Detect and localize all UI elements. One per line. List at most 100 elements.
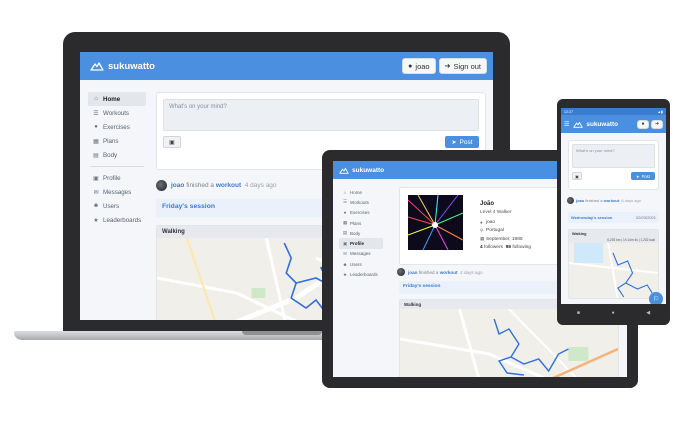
laptop-notch xyxy=(242,331,322,335)
activity-user[interactable]: joao xyxy=(408,270,417,275)
post-input[interactable]: What's on your mind? xyxy=(572,144,655,168)
activity-object-link[interactable]: workout xyxy=(604,198,620,203)
brand-name: sukuwatto xyxy=(586,120,618,128)
sidebar-item-messages[interactable]: ✉ Messages xyxy=(339,249,383,259)
activity-verb: finished a xyxy=(585,198,603,203)
sidebar-item-body[interactable]: ▤ Body xyxy=(88,148,146,162)
sidebar: ⌂ Home ☰ Workouts ● Exercises ▦ Plans ▤ Body … xyxy=(88,92,146,227)
calendar-icon: ▦ xyxy=(342,220,348,226)
id-card-icon: ▣ xyxy=(93,175,99,182)
activity-line: joao finished a workout 4 days ago xyxy=(397,268,483,276)
sidebar-item-users[interactable]: ☻ Users xyxy=(88,199,146,213)
walking-icon: ⚐ xyxy=(652,296,660,303)
sidebar-item-plans[interactable]: ▦ Plans xyxy=(88,134,146,148)
sidebar-item-workouts[interactable]: ☰ Workouts xyxy=(339,197,383,207)
profile-birth-row: ▦ September, 1985 xyxy=(480,236,531,242)
status-bar: 12:27 ▲▮ xyxy=(561,108,666,115)
session-title[interactable]: Friday's session xyxy=(162,203,215,210)
profile-birth: September, 1985 xyxy=(486,236,523,242)
brand-logo[interactable]: sukuwatto xyxy=(339,167,384,174)
map-card: Walking 6,292 km | 1h 14m 4s | 1,202 kca… xyxy=(568,229,659,299)
following-count[interactable]: 98 xyxy=(506,245,511,250)
sidebar-item-label: Users xyxy=(350,261,362,267)
sidebar-item-messages[interactable]: ✉ Messages xyxy=(88,185,146,199)
calendar-icon: ▦ xyxy=(93,138,99,145)
square-nav-icon[interactable]: ■ xyxy=(577,310,580,316)
profile-picture[interactable] xyxy=(408,195,463,250)
comments-icon: ✉ xyxy=(343,250,347,256)
following-label[interactable]: following xyxy=(512,245,531,250)
sidebar-item-users[interactable]: ☻ Users xyxy=(339,259,383,269)
sign-out-button[interactable]: ➜ xyxy=(651,119,663,129)
avatar[interactable] xyxy=(567,197,574,204)
activity-object-link[interactable]: workout xyxy=(440,270,458,275)
profile-name: João xyxy=(480,201,495,207)
activity-object-link[interactable]: workout xyxy=(216,182,241,189)
sidebar-item-leaderboards[interactable]: ★ Leaderboards xyxy=(88,213,146,227)
profile-info: João Level 4 Walker ● joao ⚲ Portugal ▦ Sep… xyxy=(480,201,531,252)
start-workout-fab[interactable]: ⚐ xyxy=(649,292,663,304)
session-title[interactable]: Wednesday's session xyxy=(571,215,612,220)
add-image-button[interactable]: ▣ xyxy=(572,172,582,180)
sidebar-item-profile[interactable]: ▣ Profile xyxy=(339,238,383,249)
sidebar-item-label: Profile xyxy=(103,174,121,182)
body-icon: ▤ xyxy=(93,152,99,159)
sidebar-item-plans[interactable]: ▦ Plans xyxy=(339,218,383,228)
session-date: 02/03/2021 xyxy=(635,215,656,220)
trophy-icon: ★ xyxy=(342,271,348,277)
sidebar-item-label: Plans xyxy=(350,220,362,226)
circle-nav-icon[interactable]: ● xyxy=(612,310,615,316)
sidebar-item-home[interactable]: ⌂ Home xyxy=(339,187,383,197)
devices-showcase: sukuwatto ● joao ➜ Sign out ⌂ Home ☰ Worko… xyxy=(0,0,688,439)
session-title[interactable]: Friday's session xyxy=(403,284,440,289)
sidebar-item-exercises[interactable]: ● Exercises xyxy=(339,208,383,218)
profile-picture-graphic xyxy=(408,195,463,250)
sidebar-item-label: Body xyxy=(350,230,361,236)
sidebar-item-label: Plans xyxy=(103,137,119,145)
sidebar-item-leaderboards[interactable]: ★ Leaderboards xyxy=(339,269,383,279)
brand-logo[interactable]: sukuwatto xyxy=(90,61,155,72)
followers-count[interactable]: 4 xyxy=(480,245,483,250)
sidebar-divider xyxy=(90,166,144,167)
sidebar: ⌂ Home ☰ Workouts ● Exercises ▦ Plans ▤ Body … xyxy=(339,187,383,280)
followers-label[interactable]: followers xyxy=(484,245,503,250)
sidebar-item-home[interactable]: ⌂ Home xyxy=(88,92,146,106)
sidebar-item-profile[interactable]: ▣ Profile xyxy=(88,171,146,185)
sidebar-item-label: Messages xyxy=(103,188,132,196)
status-time: 12:27 xyxy=(564,109,573,114)
brand-logo[interactable]: sukuwatto xyxy=(573,121,618,128)
route-map-graphic xyxy=(569,243,658,298)
sidebar-item-workouts[interactable]: ☰ Workouts xyxy=(88,106,146,120)
route-map[interactable] xyxy=(569,243,658,298)
comments-icon: ✉ xyxy=(93,189,99,196)
activity-verb: finished a xyxy=(418,269,439,275)
back-nav-icon[interactable]: ◀ xyxy=(646,310,650,316)
session-card[interactable]: Wednesday's session 02/03/2021 xyxy=(568,212,659,223)
sidebar-item-body[interactable]: ▤ Body xyxy=(339,228,383,238)
sidebar-item-exercises[interactable]: ● Exercises xyxy=(88,120,146,134)
activity-user[interactable]: joao xyxy=(576,198,584,203)
avatar[interactable] xyxy=(397,268,405,276)
menu-icon[interactable]: ☰ xyxy=(564,121,569,128)
activity-user[interactable]: joao xyxy=(171,182,184,189)
user-button[interactable]: ● xyxy=(637,119,649,129)
profile-level: Level 4 Walker xyxy=(480,210,512,215)
sign-out-button[interactable]: ➜ Sign out xyxy=(438,58,487,74)
users-icon: ☻ xyxy=(92,203,100,209)
post-composer: What's on your mind? ▣ ➤ Post xyxy=(568,140,659,190)
sidebar-item-label: Profile xyxy=(350,241,365,247)
send-icon: ➤ xyxy=(636,173,640,179)
post-input[interactable]: What's on your mind? xyxy=(163,99,479,131)
avatar[interactable] xyxy=(156,180,167,191)
user-button[interactable]: ● joao xyxy=(402,58,436,74)
sidebar-item-label: Home xyxy=(103,95,121,103)
profile-country-row: ⚲ Portugal xyxy=(480,228,531,234)
sidebar-item-label: Leaderboards xyxy=(103,216,142,224)
sidebar-item-label: Messages xyxy=(350,251,371,257)
post-button[interactable]: ➤ Post xyxy=(631,172,655,180)
post-button[interactable]: ➤ Post xyxy=(445,136,479,148)
profile-follow-row: 4 followers 98 following xyxy=(480,245,531,250)
image-icon: ▣ xyxy=(169,139,175,146)
add-image-button[interactable]: ▣ xyxy=(163,136,181,148)
list-icon: ☰ xyxy=(93,110,99,117)
